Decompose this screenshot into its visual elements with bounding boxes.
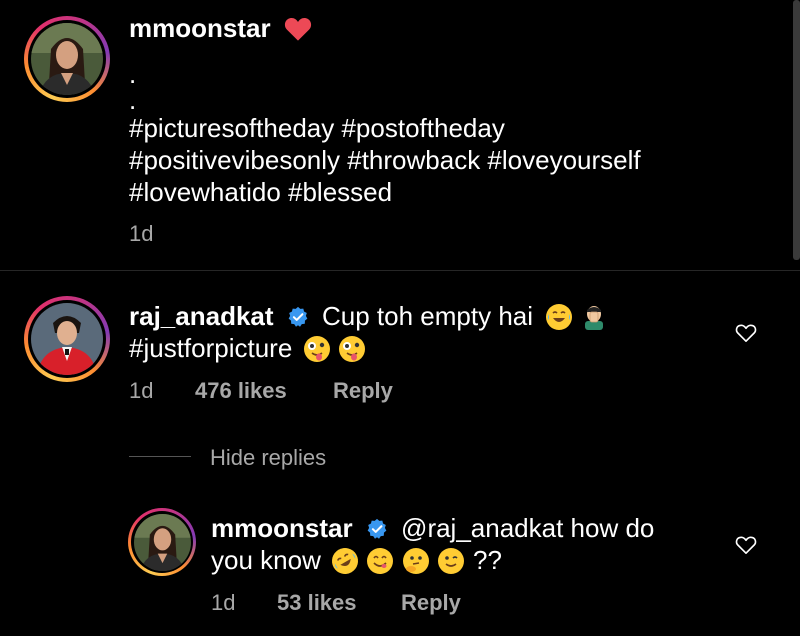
caption-hashtags-line-3[interactable]: #lovewhatido #blessed [129,176,392,208]
zany-face-emoji-icon-2 [338,336,365,362]
red-heart-icon [284,18,311,41]
comment-timestamp: 1d [129,378,154,403]
rolling-laughing-emoji-icon [327,543,363,579]
verified-badge-icon [367,518,387,539]
reply-like-heart-icon[interactable] [735,535,757,555]
reply-text-line-2: you know [211,545,321,575]
comment-text-line-2[interactable]: #justforpicture [129,333,292,363]
reply-username[interactable]: mmoonstar [211,513,353,543]
reply-like-count[interactable]: 53 likes [277,590,357,616]
verified-badge-icon [288,306,308,327]
yum-face-emoji-icon [367,548,394,574]
caption-avatar[interactable] [24,16,110,102]
caption-hashtags-line-2[interactable]: #positivevibesonly #throwback #loveyours… [129,144,641,176]
comment-reply-button[interactable]: Reply [333,378,393,404]
winking-face-emoji-icon [437,548,464,574]
reply-text-line-1: @raj_anadkat how do [401,513,655,543]
caption-timestamp: 1d [129,221,154,246]
divider [0,270,800,271]
caption-username[interactable]: mmoonstar [129,13,271,43]
avatar-photo [133,513,191,571]
hide-replies-line [129,456,191,457]
hide-replies-button[interactable]: Hide replies [210,445,326,471]
comment-avatar[interactable] [24,296,110,382]
caption-hashtags-line-1[interactable]: #picturesoftheday #postoftheday [129,112,505,144]
comment-like-heart-icon[interactable] [735,323,757,343]
facepalm-emoji-icon [581,304,607,330]
avatar-photo [31,23,103,95]
reply-text-question-marks: ?? [473,545,502,575]
reply-avatar[interactable] [128,508,196,576]
scrollbar[interactable] [793,0,800,260]
reply-timestamp: 1d [211,590,236,615]
comment-text-line-1: Cup toh empty hai [322,301,534,331]
thinking-face-emoji-icon [402,548,429,574]
comment-like-count[interactable]: 476 likes [195,378,287,404]
reply-reply-button[interactable]: Reply [401,590,461,616]
zany-face-emoji-icon [303,336,330,362]
avatar-photo [31,303,103,375]
comment-username[interactable]: raj_anadkat [129,301,274,331]
tears-of-joy-emoji-icon [546,304,573,330]
